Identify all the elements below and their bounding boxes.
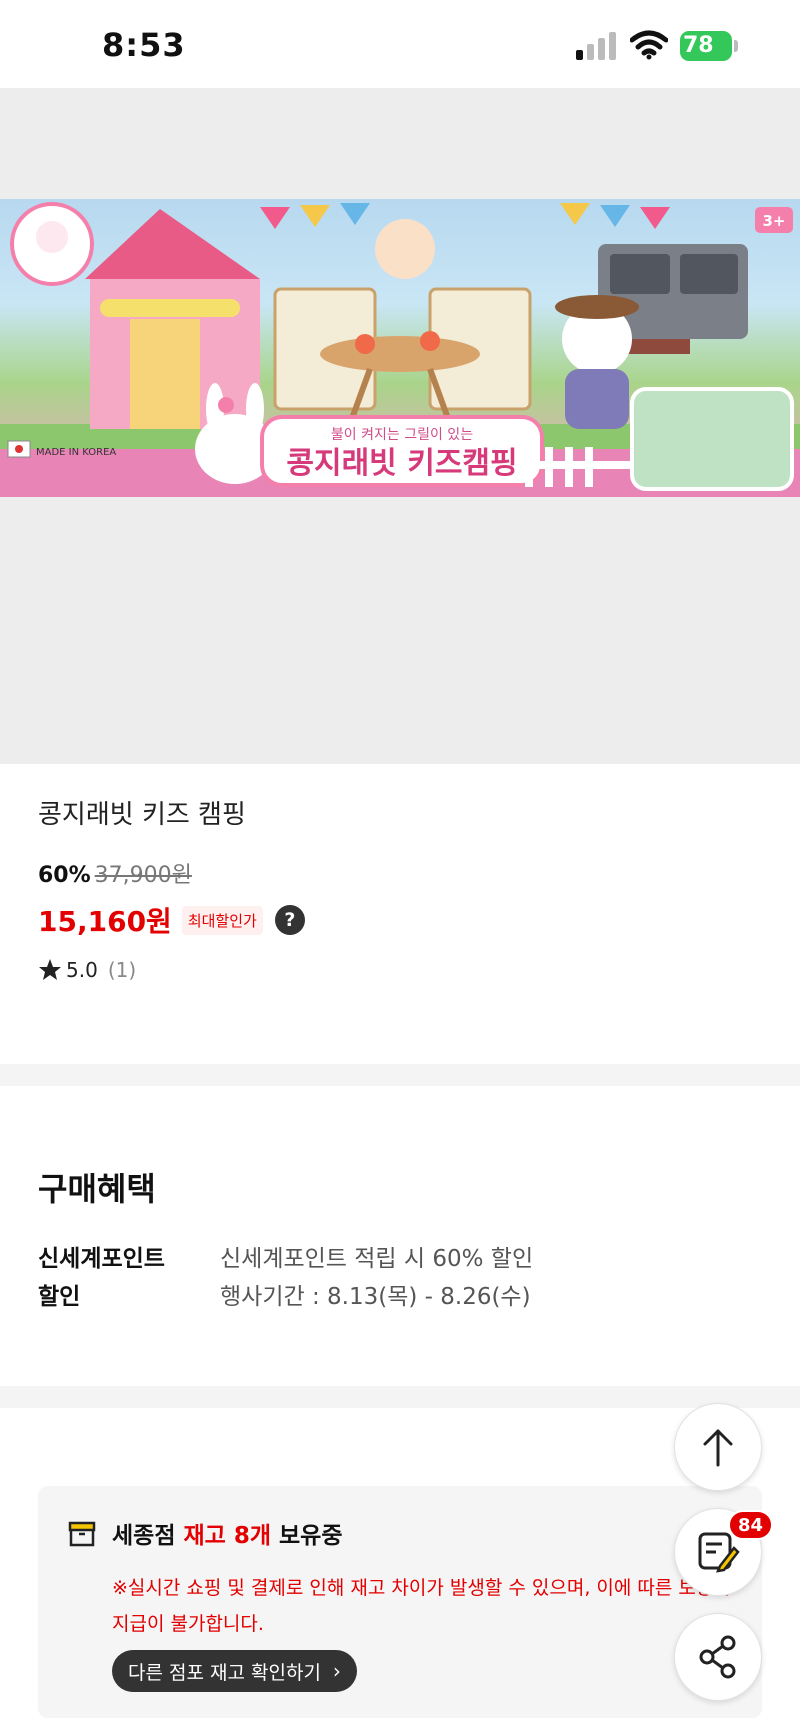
benefit-label-line1: 신세계포인트 (38, 1246, 165, 1272)
wifi-icon (630, 30, 668, 60)
stock-store: 세종점 (112, 1523, 184, 1549)
rating-row[interactable]: 5.0 (1) (38, 958, 136, 982)
benefit-label-line2: 할인 (38, 1284, 81, 1310)
section-divider (0, 1386, 800, 1408)
benefit-label: 신세계포인트 할인 (38, 1240, 198, 1316)
image-origin: MADE IN KOREA (36, 447, 116, 458)
note-badge: 84 (728, 1510, 774, 1540)
benefits-section: 구매혜택 신세계포인트 할인 신세계포인트 적립 시 60% 할인 행사기간 :… (0, 1086, 800, 1386)
discount-rate: 60% (38, 863, 91, 888)
battery-icon: 78 (680, 31, 738, 61)
sale-price: 15,160원 (38, 905, 172, 938)
section-divider (0, 1064, 800, 1086)
benefit-description: 신세계포인트 적립 시 60% 할인 행사기간 : 8.13(목) - 8.26… (220, 1240, 533, 1316)
signal-icon (576, 32, 616, 60)
status-time: 8:53 (102, 26, 186, 64)
check-other-stores-button[interactable]: 다른 점포 재고 확인하기 › (112, 1650, 357, 1692)
original-price: 37,900원 (94, 863, 192, 888)
status-bar: 8:53 78 (0, 0, 800, 88)
product-info: 콩지래빗 키즈 캠핑 60% 37,900원 15,160원 최대할인가 ? 5.… (0, 764, 800, 1064)
arrow-up-icon (703, 1429, 733, 1467)
battery-level: 78 (683, 33, 714, 58)
scroll-top-button[interactable] (674, 1403, 762, 1491)
max-discount-tag: 최대할인가 (181, 905, 263, 935)
rating-score: 5.0 (66, 958, 98, 982)
stock-suffix: 보유중 (271, 1523, 343, 1549)
chevron-right-icon: › (332, 1659, 341, 1683)
help-icon[interactable]: ? (274, 905, 305, 935)
share-button[interactable] (674, 1613, 762, 1701)
star-icon (39, 959, 61, 980)
discount-row: 60% 37,900원 (38, 857, 192, 889)
product-name: 콩지래빗 키즈 캠핑 (38, 800, 246, 830)
stock-notice: ※실시간 쇼핑 및 결제로 인해 재고 차이가 발생할 수 있으며, 이에 따른… (112, 1577, 731, 1635)
product-image-area[interactable]: 불이 켜지는 그릴이 있는 콩지래빗 키즈캠핑 MADE IN KOREA 3+ (0, 88, 800, 764)
stock-count: 재고 8개 (183, 1523, 272, 1549)
benefits-title: 구매혜택 (38, 1170, 156, 1208)
box-icon (68, 1521, 96, 1547)
stock-title: 세종점 재고 8개 보유중 (112, 1516, 343, 1550)
image-tagline: 불이 켜지는 그릴이 있는 (331, 427, 473, 443)
share-icon (699, 1635, 736, 1679)
benefit-desc-line2: 행사기간 : 8.13(목) - 8.26(수) (220, 1284, 531, 1310)
image-headline: 콩지래빗 키즈캠핑 (286, 446, 517, 481)
price-row: 15,160원 최대할인가 ? (38, 900, 305, 940)
review-count[interactable]: (1) (108, 958, 136, 982)
stock-box: 세종점 재고 8개 보유중 ※실시간 쇼핑 및 결제로 인해 재고 차이가 발생… (38, 1486, 762, 1718)
image-age: 3+ (762, 212, 785, 230)
product-illustration: 불이 켜지는 그릴이 있는 콩지래빗 키즈캠핑 MADE IN KOREA 3+ (0, 202, 800, 497)
product-image: 불이 켜지는 그릴이 있는 콩지래빗 키즈캠핑 MADE IN KOREA 3+ (0, 199, 800, 497)
benefit-desc-line1: 신세계포인트 적립 시 60% 할인 (220, 1246, 534, 1272)
check-other-stores-label: 다른 점포 재고 확인하기 (128, 1661, 321, 1684)
